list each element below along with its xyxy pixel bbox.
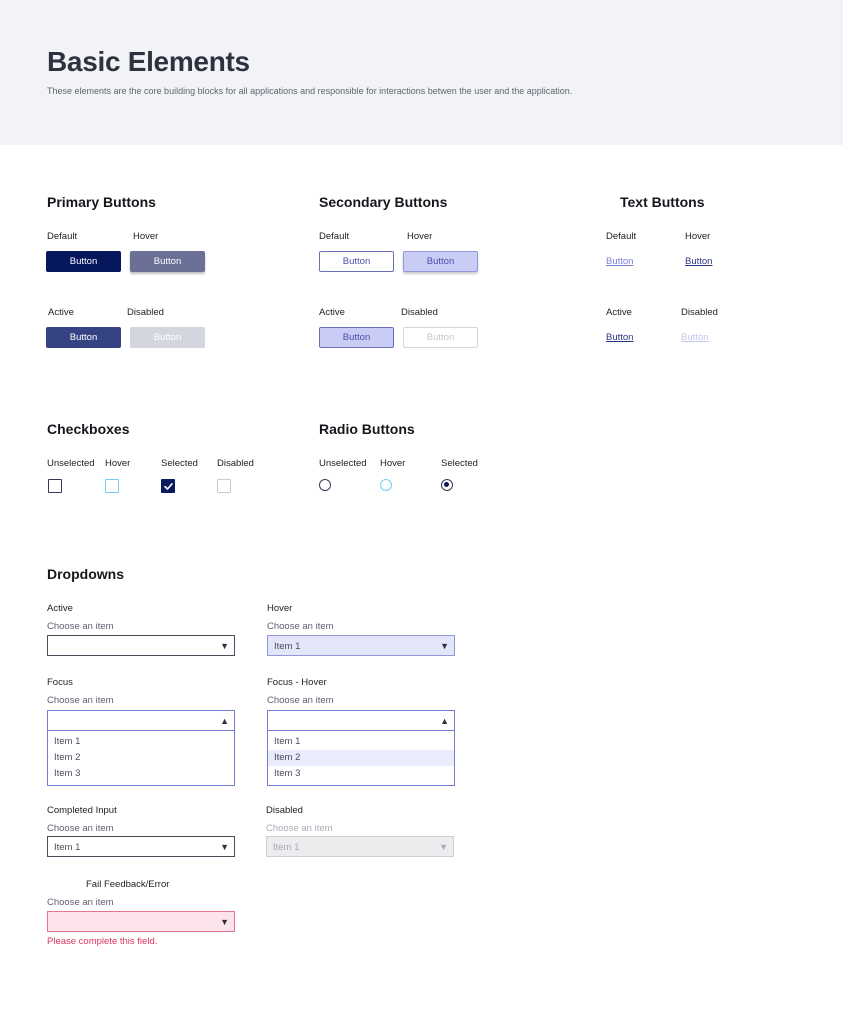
secondary-disabled-label: Disabled — [401, 307, 438, 318]
dropdown-option[interactable]: Item 2 — [48, 750, 234, 766]
page-title: Basic Elements — [47, 46, 250, 77]
checkbox-hover-label: Hover — [105, 458, 131, 469]
checkbox-unselected-label: Unselected — [47, 458, 95, 469]
text-button-disabled: Button — [681, 332, 709, 343]
dropdown-hover-label: Hover — [267, 603, 293, 614]
primary-button-active[interactable]: Button — [46, 327, 121, 348]
dropdown-completed-placeholder: Choose an item — [47, 823, 114, 834]
checkbox-selected-label: Selected — [161, 458, 198, 469]
secondary-button-hover[interactable]: Button — [403, 251, 478, 272]
secondary-active-label: Active — [319, 307, 345, 318]
page-description: These elements are the core building blo… — [47, 86, 573, 96]
dropdown-hover-value: Item 1 — [274, 641, 301, 652]
triangle-up-icon: ▲ — [440, 716, 449, 726]
text-active-label: Active — [606, 307, 632, 318]
page-header: Basic Elements These elements are the co… — [0, 0, 843, 145]
checkboxes-title: Checkboxes — [47, 421, 130, 437]
checkbox-unselected[interactable] — [48, 479, 62, 493]
dropdown-hover[interactable]: Item 1 ▼ — [267, 635, 455, 656]
dropdown-option[interactable]: Item 1 — [48, 734, 234, 750]
dropdowns-title: Dropdowns — [47, 566, 124, 582]
dropdown-focus-hover[interactable]: ▲ — [267, 710, 455, 731]
dropdown-error[interactable]: ▼ — [47, 911, 235, 932]
primary-button-disabled: Button — [130, 327, 205, 348]
dropdown-focus[interactable]: ▲ — [47, 710, 235, 731]
text-button-hover[interactable]: Button — [685, 256, 712, 267]
dropdown-focus-hover-label: Focus - Hover — [267, 677, 327, 688]
text-default-label: Default — [606, 231, 637, 242]
text-button-active[interactable]: Button — [606, 332, 633, 343]
secondary-button-disabled: Button — [403, 327, 478, 348]
dropdown-active[interactable]: ▼ — [47, 635, 235, 656]
primary-default-label: Default — [47, 231, 78, 242]
radio-buttons-title: Radio Buttons — [319, 421, 415, 437]
text-disabled-label: Disabled — [681, 307, 718, 318]
radio-unselected-label: Unselected — [319, 458, 367, 469]
primary-buttons-title: Primary Buttons — [47, 194, 156, 210]
text-button-default[interactable]: Button — [606, 256, 633, 267]
primary-disabled-label: Disabled — [127, 307, 164, 318]
checkbox-disabled-label: Disabled — [217, 458, 254, 469]
dropdown-error-message: Please complete this field. — [47, 936, 158, 947]
dropdown-completed[interactable]: Item 1 ▼ — [47, 836, 235, 857]
radio-unselected[interactable] — [319, 479, 331, 491]
text-hover-label: Hover — [685, 231, 711, 242]
dropdown-error-label: Fail Feedback/Error — [86, 879, 170, 890]
secondary-button-default[interactable]: Button — [319, 251, 394, 272]
dropdown-option[interactable]: Item 3 — [48, 766, 234, 782]
dropdown-option[interactable]: Item 1 — [268, 734, 454, 750]
radio-hover-label: Hover — [380, 458, 406, 469]
dropdown-hover-placeholder: Choose an item — [267, 621, 334, 632]
triangle-down-icon: ▼ — [220, 641, 229, 651]
secondary-hover-label: Hover — [407, 231, 433, 242]
dropdown-disabled-value: Item 1 — [273, 842, 300, 853]
checkbox-disabled — [217, 479, 231, 493]
dropdown-disabled-placeholder: Choose an item — [266, 823, 333, 834]
dropdown-active-placeholder: Choose an item — [47, 621, 114, 632]
dropdown-focus-list: Item 1 Item 2 Item 3 — [47, 731, 235, 786]
radio-hover[interactable] — [380, 479, 392, 491]
triangle-down-icon: ▼ — [220, 917, 229, 927]
checkbox-selected[interactable] — [161, 479, 175, 493]
dropdown-disabled-label: Disabled — [266, 805, 303, 816]
primary-active-label: Active — [48, 307, 74, 318]
dropdown-disabled: Item 1 ▼ — [266, 836, 454, 857]
dropdown-focus-hover-placeholder: Choose an item — [267, 695, 334, 706]
radio-selected-label: Selected — [441, 458, 478, 469]
checkmark-icon — [164, 483, 173, 490]
dropdown-option-highlighted[interactable]: Item 2 — [268, 750, 454, 766]
secondary-default-label: Default — [319, 231, 350, 242]
dropdown-error-placeholder: Choose an item — [47, 897, 114, 908]
radio-dot — [444, 482, 450, 488]
radio-selected[interactable] — [441, 479, 453, 491]
dropdown-completed-value: Item 1 — [54, 842, 81, 853]
dropdown-focus-hover-list: Item 1 Item 2 Item 3 — [267, 731, 455, 786]
dropdown-completed-label: Completed Input — [47, 805, 117, 816]
dropdown-option[interactable]: Item 3 — [268, 766, 454, 782]
primary-hover-label: Hover — [133, 231, 159, 242]
primary-button-default[interactable]: Button — [46, 251, 121, 272]
triangle-down-icon: ▼ — [439, 842, 448, 852]
checkbox-hover[interactable] — [105, 479, 119, 493]
dropdown-focus-label: Focus — [47, 677, 73, 688]
dropdown-active-label: Active — [47, 603, 73, 614]
triangle-down-icon: ▼ — [220, 842, 229, 852]
secondary-buttons-title: Secondary Buttons — [319, 194, 448, 210]
triangle-down-icon: ▼ — [440, 641, 449, 651]
secondary-button-active[interactable]: Button — [319, 327, 394, 348]
triangle-up-icon: ▲ — [220, 716, 229, 726]
primary-button-hover[interactable]: Button — [130, 251, 205, 272]
text-buttons-title: Text Buttons — [620, 194, 705, 210]
dropdown-focus-placeholder: Choose an item — [47, 695, 114, 706]
